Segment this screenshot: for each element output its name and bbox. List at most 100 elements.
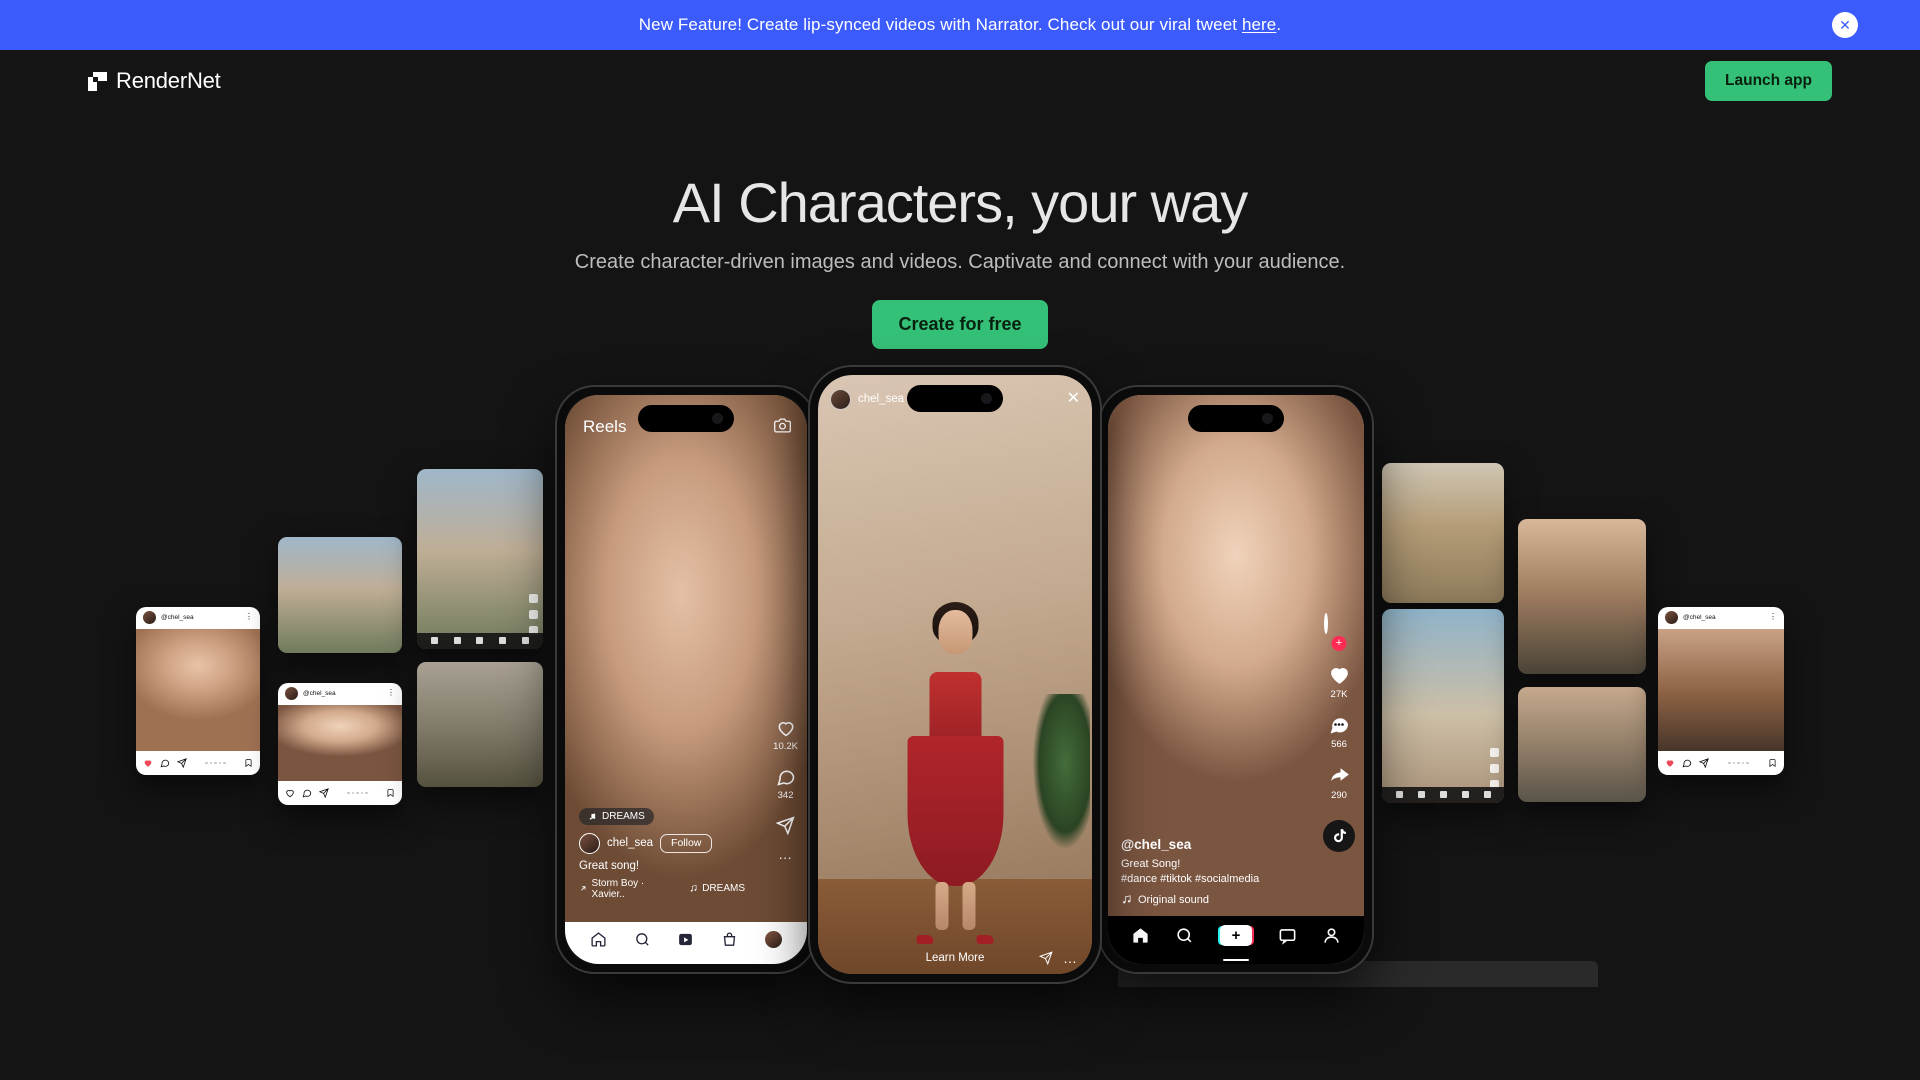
instagram-navbar[interactable] (565, 921, 807, 964)
reels-audio-label: DREAMS (689, 883, 745, 894)
reels-icon[interactable] (677, 931, 694, 948)
story-header: chel_sea ✕ (830, 388, 1080, 410)
send-icon (776, 816, 795, 836)
more-dots-icon[interactable]: ⋮ (387, 689, 395, 697)
tiktok-sound-label: Original sound (1138, 893, 1209, 906)
reels-comment-count: 342 (777, 790, 794, 802)
tiktok-like-action[interactable]: 27K (1327, 662, 1352, 700)
reels-share-action[interactable] (776, 816, 795, 836)
bookmark-icon[interactable] (1768, 758, 1777, 768)
reels-action-rail[interactable]: 10.2K 342 … (773, 718, 798, 862)
logo-text: RenderNet (116, 68, 221, 93)
follow-button[interactable]: Follow (660, 833, 713, 853)
card-side-actions[interactable] (529, 593, 538, 635)
tiktok-caption-line2: #dance #tiktok #socialmedia (1121, 872, 1260, 885)
story-username: chel_sea (858, 393, 905, 406)
logo[interactable]: RenderNet (88, 68, 221, 94)
comment-icon[interactable] (160, 758, 170, 768)
list-item[interactable] (278, 536, 402, 653)
comment-icon (1330, 718, 1348, 734)
plus-icon: + (1331, 635, 1347, 651)
hero-subtitle: Create character-driven images and video… (574, 250, 1346, 273)
send-icon[interactable] (319, 787, 329, 798)
arrow-up-right-icon (581, 886, 586, 891)
reels-metadata: DREAMS chel_sea Follow Great song! Storm… (579, 807, 745, 900)
story-footer: Learn More … (818, 950, 1092, 965)
tiktok-share-action[interactable]: 290 (1327, 763, 1352, 801)
reels-caption: Great song! (579, 859, 640, 872)
heart-icon[interactable] (1665, 758, 1675, 768)
list-item[interactable]: @chel_sea ⋮ (136, 606, 260, 775)
tiktok-note-icon[interactable] (1323, 819, 1355, 852)
reels-like-action[interactable]: 10.2K (773, 718, 798, 752)
send-icon[interactable] (1699, 757, 1709, 768)
tiktok-like-count: 27K (1330, 688, 1348, 700)
home-icon[interactable] (590, 931, 607, 948)
list-item[interactable] (417, 661, 543, 787)
reels-username: chel_sea (607, 837, 654, 850)
post-username: @chel_sea (161, 614, 194, 622)
avatar[interactable] (579, 832, 600, 854)
carousel-dots (205, 761, 226, 765)
story-screen: chel_sea ✕ Learn More … (818, 374, 1092, 974)
music-note-icon (1123, 895, 1131, 904)
send-icon[interactable] (1039, 951, 1053, 965)
create-icon[interactable]: + (1219, 925, 1252, 947)
reels-audio-chip[interactable]: DREAMS (579, 807, 654, 825)
story-actions[interactable]: … (1039, 950, 1078, 965)
profile-avatar[interactable] (764, 931, 782, 949)
more-dots-icon[interactable]: … (778, 847, 793, 862)
comment-icon[interactable] (1682, 758, 1692, 768)
search-icon[interactable] (634, 931, 651, 948)
avatar[interactable] (830, 388, 851, 410)
search-icon[interactable] (1175, 926, 1194, 945)
close-icon[interactable]: ✕ (1067, 391, 1080, 407)
card-side-actions[interactable] (1490, 747, 1499, 789)
profile-icon[interactable] (1322, 926, 1341, 945)
tiktok-comment-action[interactable]: 566 (1327, 713, 1351, 750)
reels-title: Reels (583, 416, 627, 436)
home-icon[interactable] (1131, 926, 1150, 945)
more-dots-icon[interactable]: ⋮ (245, 613, 253, 621)
learn-more-link[interactable]: Learn More (926, 952, 985, 964)
list-item[interactable] (1518, 518, 1646, 674)
more-dots-icon[interactable]: ⋮ (1769, 613, 1777, 621)
card-bottom-bar (417, 632, 543, 649)
close-banner-button[interactable]: ✕ (1832, 12, 1858, 38)
launch-app-button[interactable]: Launch app (1705, 61, 1832, 101)
post-actions (278, 781, 402, 805)
create-for-free-button[interactable]: Create for free (872, 299, 1048, 349)
bookmark-icon[interactable] (244, 758, 253, 768)
camera-icon[interactable] (774, 417, 791, 439)
card-image (417, 661, 543, 787)
phone-notch (1188, 404, 1284, 432)
shop-icon[interactable] (721, 931, 738, 948)
tiktok-sound-row[interactable]: Original sound (1121, 894, 1300, 906)
heart-icon[interactable] (285, 788, 295, 798)
comment-icon[interactable] (302, 788, 312, 798)
reels-comment-action[interactable]: 342 (776, 767, 796, 801)
avatar (1324, 612, 1328, 634)
list-item[interactable]: @chel_sea ⋮ (1658, 606, 1784, 775)
list-item[interactable] (1382, 462, 1504, 603)
list-item[interactable] (1382, 608, 1504, 803)
tiktok-screen: + 27K 566 290 @chel_sea Great Song! #dan… (1108, 394, 1364, 964)
announcement-link[interactable]: here (1242, 15, 1276, 34)
tiktok-navbar[interactable]: + (1108, 915, 1364, 964)
send-icon[interactable] (177, 757, 187, 768)
phone-mockup-story[interactable]: chel_sea ✕ Learn More … (810, 366, 1100, 982)
site-header: RenderNet Launch app (0, 50, 1920, 112)
heart-icon[interactable] (143, 758, 153, 768)
tiktok-action-rail[interactable]: + 27K 566 290 (1323, 612, 1355, 852)
phone-mockup-reels[interactable]: Reels 10.2K 342 … DREAMS chel_sea Follow… (557, 386, 815, 972)
bookmark-icon[interactable] (386, 788, 395, 798)
post-actions (1658, 751, 1784, 775)
announcement-text-before: New Feature! Create lip-synced videos wi… (638, 15, 1242, 34)
list-item[interactable] (417, 468, 543, 649)
list-item[interactable]: @chel_sea ⋮ (278, 682, 402, 805)
inbox-icon[interactable] (1278, 926, 1297, 946)
more-dots-icon[interactable]: … (1063, 950, 1078, 965)
phone-mockup-tiktok[interactable]: + 27K 566 290 @chel_sea Great Song! #dan… (1100, 386, 1372, 972)
tiktok-profile-follow[interactable]: + (1324, 612, 1354, 651)
list-item[interactable] (1518, 686, 1646, 802)
